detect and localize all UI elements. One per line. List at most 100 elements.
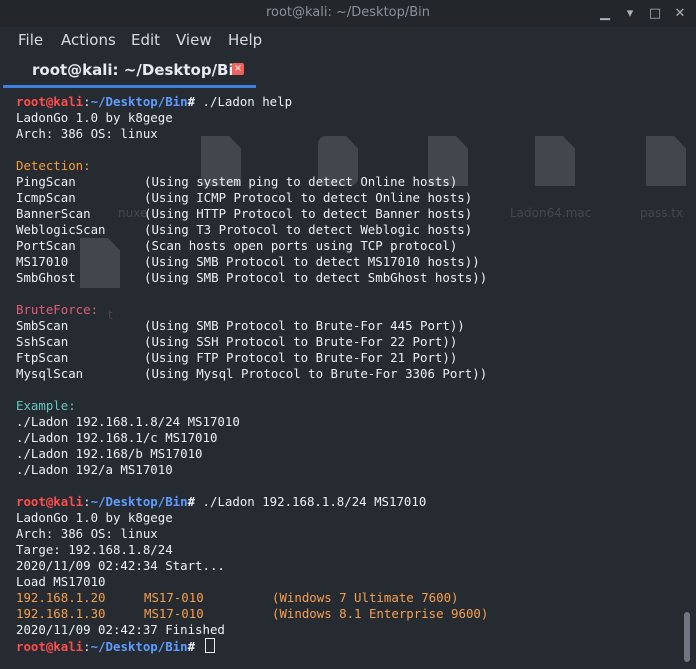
module-description: (Using HTTP Protocol to detect Banner ho… — [144, 206, 473, 221]
section-heading: Detection: — [16, 158, 91, 173]
module-name: MysqlScan — [16, 366, 84, 381]
output-text: LadonGo 1.0 by k8gege — [16, 110, 173, 125]
minimize-icon[interactable]: ▁ — [597, 5, 613, 21]
terminal-line: WeblogicScan (Using T3 Protocol to detect… — [16, 222, 472, 238]
prompt-line: root@kali:~/Desktop/Bin# ./Ladon help — [16, 94, 426, 110]
maximize-icon[interactable]: ▾ — [622, 5, 638, 21]
bg-label-pass: pass.tx — [640, 206, 684, 220]
module-description: (Using ICMP Protocol to detect Online ho… — [144, 190, 473, 205]
terminal-lines: root@kali:~/Desktop/Bin# ./Ladon help Lad… — [16, 94, 488, 654]
zip-file-icon — [535, 136, 575, 186]
terminal-output[interactable]: nuxe Ladon64.mac pass.tx t root@kali:~/D… — [0, 88, 696, 669]
menu-actions[interactable]: Actions — [61, 31, 116, 49]
output-text: ./Ladon 192/a MS17010 — [16, 462, 173, 477]
scan-result-line: 192.168.1.30 MS17-010 (Windows 8.1 Enterpr… — [16, 606, 488, 622]
terminal-line: 2020/11/09 02:42:37 Finished — [16, 622, 426, 638]
terminal-line: 2020/11/09 02:42:34 Start... — [16, 558, 426, 574]
menu-file[interactable]: File — [18, 31, 43, 49]
menu-bar: File Actions Edit View Help — [0, 27, 696, 54]
menu-help[interactable]: Help — [228, 31, 262, 49]
close-tab-icon[interactable]: × — [232, 63, 244, 75]
result-ip: 192.168.1.30 — [16, 606, 106, 621]
prompt-colon: : — [83, 639, 91, 654]
terminal-line: Targe: 192.168.1.8/24 — [16, 542, 426, 558]
output-text: 2020/11/09 02:42:37 Finished — [16, 622, 225, 637]
terminal-line: LadonGo 1.0 by k8gege — [16, 110, 426, 126]
module-description: (Using SMB Protocol to detect SmbGhost h… — [144, 270, 488, 285]
title-bar: root@kali: ~/Desktop/Bin ▁ ▾ □ ✕ — [0, 0, 696, 27]
prompt-user: root@kali — [16, 494, 84, 509]
output-text: Load MS17010 — [16, 574, 106, 589]
window-controls: ▁ ▾ □ ✕ — [597, 5, 688, 21]
module-description: (Using Mysql Protocol to Brute-For 3306 … — [144, 366, 488, 381]
terminal-line: Arch: 386 OS: linux — [16, 126, 426, 142]
terminal-line: BruteForce: — [16, 302, 426, 318]
output-text: ./Ladon 192.168.1/c MS17010 — [16, 430, 218, 445]
terminal-line: ./Ladon 192/a MS17010 — [16, 462, 426, 478]
terminal-line: BannerScan (Using HTTP Protocol to detect… — [16, 206, 472, 222]
tab-terminal[interactable]: root@kali: ~/Desktop/Bin × — [0, 54, 256, 88]
prompt-path: ~/Desktop/Bin — [90, 494, 188, 509]
prompt-colon: : — [83, 494, 91, 509]
module-name: WeblogicScan — [16, 222, 106, 237]
window-title: root@kali: ~/Desktop/Bin — [265, 5, 431, 20]
result-ip: 192.168.1.20 — [16, 590, 106, 605]
module-description: (Using FTP Protocol to Brute-For 21 Port… — [144, 350, 458, 365]
terminal-line: Detection: — [16, 158, 426, 174]
scan-result-line: 192.168.1.20 MS17-010 (Windows 7 Ultimate … — [16, 590, 459, 606]
output-text: Targe: 192.168.1.8/24 — [16, 542, 173, 557]
terminal-line: LadonGo 1.0 by k8gege — [16, 510, 426, 526]
module-description: (Using SSH Protocol to Brute-For 22 Port… — [144, 334, 458, 349]
prompt-hash: # — [187, 94, 196, 109]
prompt-command: ./Ladon help — [195, 94, 293, 109]
bg-label-ladon64: Ladon64.mac — [510, 206, 592, 220]
prompt-command — [195, 639, 202, 654]
module-name: FtpScan — [16, 350, 69, 365]
terminal-line: SmbScan (Using SMB Protocol to Brute-For … — [16, 318, 465, 334]
text-file-icon — [646, 136, 686, 186]
prompt-command: ./Ladon 192.168.1.8/24 MS17010 — [195, 494, 427, 509]
module-name: SmbScan — [16, 318, 69, 333]
output-text: ./Ladon 192.168/b MS17010 — [16, 446, 203, 461]
module-description: (Using SMB Protocol to Brute-For 445 Por… — [144, 318, 465, 333]
terminal-line: ./Ladon 192.168/b MS17010 — [16, 446, 426, 462]
terminal-line: PingScan (Using system ping to detect Onl… — [16, 174, 457, 190]
module-name: PingScan — [16, 174, 76, 189]
module-name: SmbGhost — [16, 270, 76, 285]
section-heading: BruteForce: — [16, 302, 99, 317]
output-text: LadonGo 1.0 by k8gege — [16, 510, 173, 525]
menu-view[interactable]: View — [176, 31, 212, 49]
prompt-user: root@kali — [16, 639, 84, 654]
terminal-line: MS17010 (Using SMB Protocol to detect MS1… — [16, 254, 480, 270]
output-text: Arch: 386 OS: linux — [16, 126, 158, 141]
module-name: IcmpScan — [16, 190, 76, 205]
tab-label: root@kali: ~/Desktop/Bin — [32, 61, 245, 79]
close-icon[interactable]: ✕ — [672, 5, 688, 21]
terminal-line: ./Ladon 192.168.1.8/24 MS17010 — [16, 414, 426, 430]
menu-edit[interactable]: Edit — [131, 31, 160, 49]
terminal-line: Load MS17010 — [16, 574, 426, 590]
module-name: SshScan — [16, 334, 69, 349]
terminal-line: PortScan (Scan hosts open ports using TCP… — [16, 238, 457, 254]
terminal-scrollbar[interactable] — [684, 612, 690, 662]
tab-bar: root@kali: ~/Desktop/Bin × — [0, 54, 696, 89]
text-cursor[interactable] — [204, 638, 215, 653]
restore-icon[interactable]: □ — [647, 5, 663, 21]
terminal-line: FtpScan (Using FTP Protocol to Brute-For … — [16, 350, 457, 366]
module-description: (Scan hosts open ports using TCP protoco… — [144, 238, 458, 253]
terminal-line: IcmpScan (Using ICMP Protocol to detect O… — [16, 190, 472, 206]
output-text: 2020/11/09 02:42:34 Start... — [16, 558, 225, 573]
prompt-user: root@kali — [16, 94, 84, 109]
prompt-colon: : — [83, 94, 91, 109]
prompt-path: ~/Desktop/Bin — [90, 639, 188, 654]
output-text: Arch: 386 OS: linux — [16, 526, 158, 541]
result-vuln: MS17-010 — [144, 590, 204, 605]
terminal-window: root@kali: ~/Desktop/Bin ▁ ▾ □ ✕ File Ac… — [0, 0, 696, 669]
terminal-line: SmbGhost (Using SMB Protocol to detect Sm… — [16, 270, 487, 286]
module-name: PortScan — [16, 238, 76, 253]
prompt-line: root@kali:~/Desktop/Bin# — [16, 638, 426, 654]
output-text: ./Ladon 192.168.1.8/24 MS17010 — [16, 414, 240, 429]
